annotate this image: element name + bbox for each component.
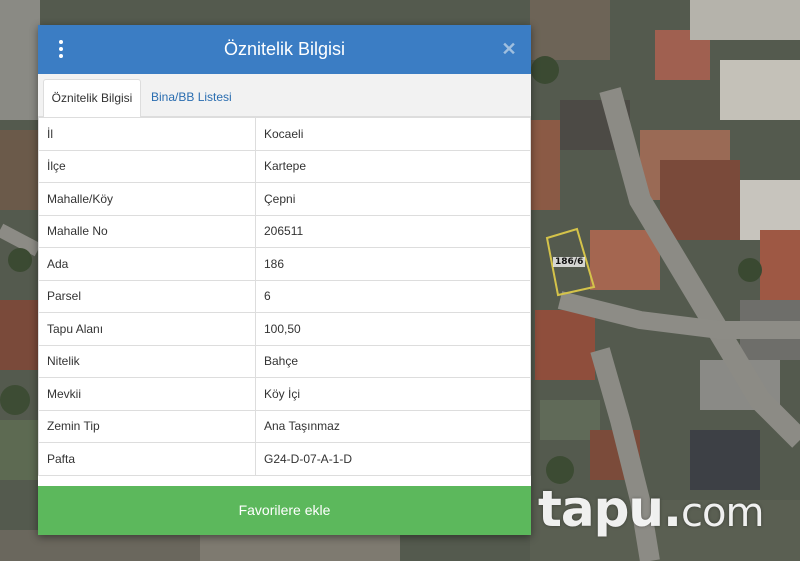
row-value: Köy İçi xyxy=(255,377,531,411)
row-key: Mevkii xyxy=(38,377,256,411)
close-icon[interactable]: ✕ xyxy=(499,38,519,60)
watermark-dot: . xyxy=(663,480,682,538)
tab-attribute-info[interactable]: Öznitelik Bilgisi xyxy=(43,79,141,118)
row-key: Tapu Alanı xyxy=(38,312,256,346)
row-value: G24-D-07-A-1-D xyxy=(255,442,531,476)
row-key: Ada xyxy=(38,247,256,281)
dialog-title: Öznitelik Bilgisi xyxy=(223,39,346,59)
row-key: İl xyxy=(38,117,256,151)
row-value: Ana Taşınmaz xyxy=(255,409,531,443)
watermark-name: tapu xyxy=(538,480,664,538)
dialog-header: Öznitelik Bilgisi ✕ xyxy=(38,25,531,74)
row-key: İlçe xyxy=(38,149,256,183)
row-key: Nitelik xyxy=(38,344,256,378)
row-key: Zemin Tip xyxy=(38,409,256,443)
row-value: Bahçe xyxy=(255,344,531,378)
row-value: Çepni xyxy=(255,182,531,216)
attribute-info-dialog: Öznitelik Bilgisi ✕ Öznitelik Bilgisi Bi… xyxy=(38,25,531,535)
table-row: Mahalle No 206511 xyxy=(38,214,531,248)
table-row: Mevkii Köy İçi xyxy=(38,377,531,411)
table-row: Tapu Alanı 100,50 xyxy=(38,312,531,346)
row-value: 6 xyxy=(255,279,531,313)
parcel-label[interactable]: 186/6 xyxy=(553,257,586,267)
attribute-table: İl Kocaeli İlçe Kartepe Mahalle/Köy Çepni M… xyxy=(38,117,531,476)
table-row: Parsel 6 xyxy=(38,279,531,313)
table-row: İlçe Kartepe xyxy=(38,149,531,183)
watermark-tld: com xyxy=(681,490,764,536)
row-key: Mahalle No xyxy=(38,214,256,248)
dialog-tabs: Öznitelik Bilgisi Bina/BB Listesi xyxy=(38,74,531,118)
table-row: Ada 186 xyxy=(38,247,531,281)
row-value: Kocaeli xyxy=(255,117,531,151)
row-key: Parsel xyxy=(38,279,256,313)
add-to-favorites-button[interactable]: Favorilere ekle xyxy=(38,486,531,535)
table-row: Zemin Tip Ana Taşınmaz xyxy=(38,409,531,443)
table-row: İl Kocaeli xyxy=(38,117,531,151)
table-row: Pafta G24-D-07-A-1-D xyxy=(38,442,531,476)
row-key: Mahalle/Köy xyxy=(38,182,256,216)
row-value: 100,50 xyxy=(255,312,531,346)
row-key: Pafta xyxy=(38,442,256,476)
row-value: Kartepe xyxy=(255,149,531,183)
tapu-watermark-logo: tapu.com xyxy=(538,480,764,538)
tab-building-list[interactable]: Bina/BB Listesi xyxy=(151,79,232,116)
table-row: Nitelik Bahçe xyxy=(38,344,531,378)
table-row: Mahalle/Köy Çepni xyxy=(38,182,531,216)
row-value: 206511 xyxy=(255,214,531,248)
row-value: 186 xyxy=(255,247,531,281)
